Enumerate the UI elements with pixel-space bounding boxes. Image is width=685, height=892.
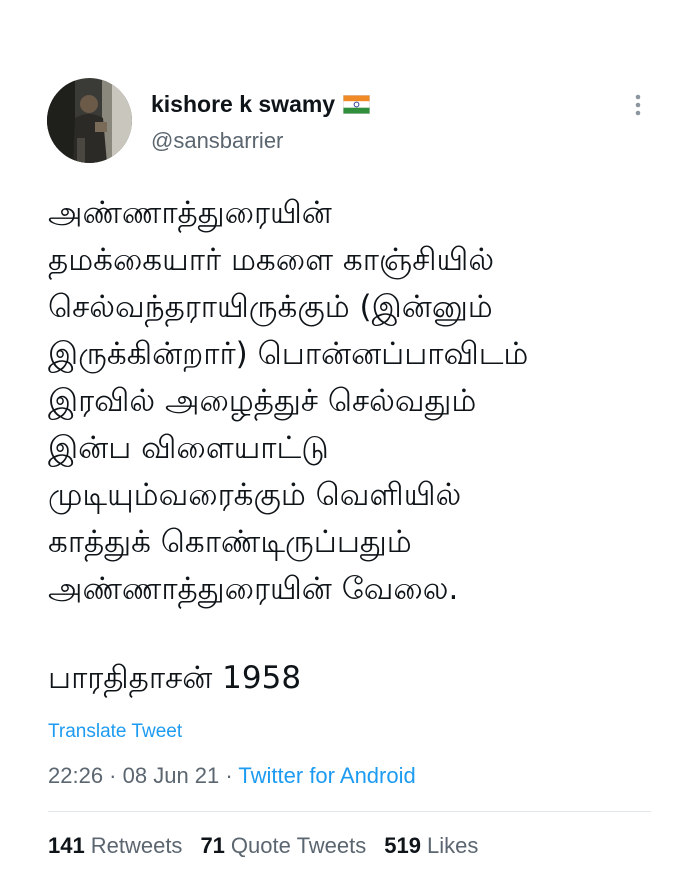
tweet-line: அண்ணாத்துரையின் [48, 195, 332, 231]
likes-count: 519 [384, 833, 421, 858]
tweet-line: அண்ணாத்துரையின் வேலை. [48, 571, 459, 607]
tweet-line: இருக்கின்றார்) பொன்னப்பாவிடம் [48, 336, 529, 372]
tweet-date[interactable]: 08 Jun 21 [123, 763, 220, 788]
tweet-source-link[interactable]: Twitter for Android [238, 763, 415, 788]
tweet-time[interactable]: 22:26 [48, 763, 103, 788]
tweet-line: காத்துக் கொண்டிருப்பதும் [48, 524, 412, 560]
meta-separator: · [103, 763, 123, 788]
tweet-line: இன்ப விளையாட்டு [48, 430, 329, 466]
tweet-line: தமக்கையார் மகளை காஞ்சியில் [48, 242, 495, 278]
tweet-card: kishore k swamy @sansbarrier அண்ணாத்துரை… [0, 0, 685, 892]
quote-tweets-count: 71 [200, 833, 225, 858]
divider [48, 811, 651, 812]
quote-tweets-stat[interactable]: 71 Quote Tweets [200, 833, 366, 859]
quote-tweets-label: Quote Tweets [230, 833, 367, 858]
avatar[interactable] [47, 78, 132, 163]
retweets-count: 141 [48, 833, 85, 858]
tweet-line: இரவில் அழைத்துச் செல்வதும் [48, 383, 477, 419]
author-name-row: kishore k swamy [151, 88, 371, 120]
avatar-photo [47, 78, 132, 163]
tweet-line: செல்வந்தராயிருக்கும் (இன்னும் [48, 289, 493, 325]
tweet-line: முடியும்வரைக்கும் வெளியில் [48, 477, 462, 513]
tweet-text: அண்ணாத்துரையின் தமக்கையார் மகளை காஞ்சியி… [48, 190, 648, 613]
display-name[interactable]: kishore k swamy [151, 91, 335, 118]
author-handle[interactable]: @sansbarrier [151, 128, 283, 154]
retweets-stat[interactable]: 141 Retweets [48, 833, 182, 859]
meta-separator: · [219, 763, 239, 788]
more-vertical-icon[interactable] [628, 90, 648, 120]
tweet-signature: பாரதிதாசன் 1958 [48, 660, 302, 696]
likes-label: Likes [426, 833, 479, 858]
retweets-label: Retweets [90, 833, 183, 858]
translate-tweet-link[interactable]: Translate Tweet [48, 721, 182, 743]
tweet-stats: 141 Retweets 71 Quote Tweets 519 Likes [48, 833, 478, 859]
tweet-meta: 22:26 · 08 Jun 21 · Twitter for Android [48, 763, 416, 789]
likes-stat[interactable]: 519 Likes [384, 833, 478, 859]
india-flag-icon [343, 94, 371, 114]
